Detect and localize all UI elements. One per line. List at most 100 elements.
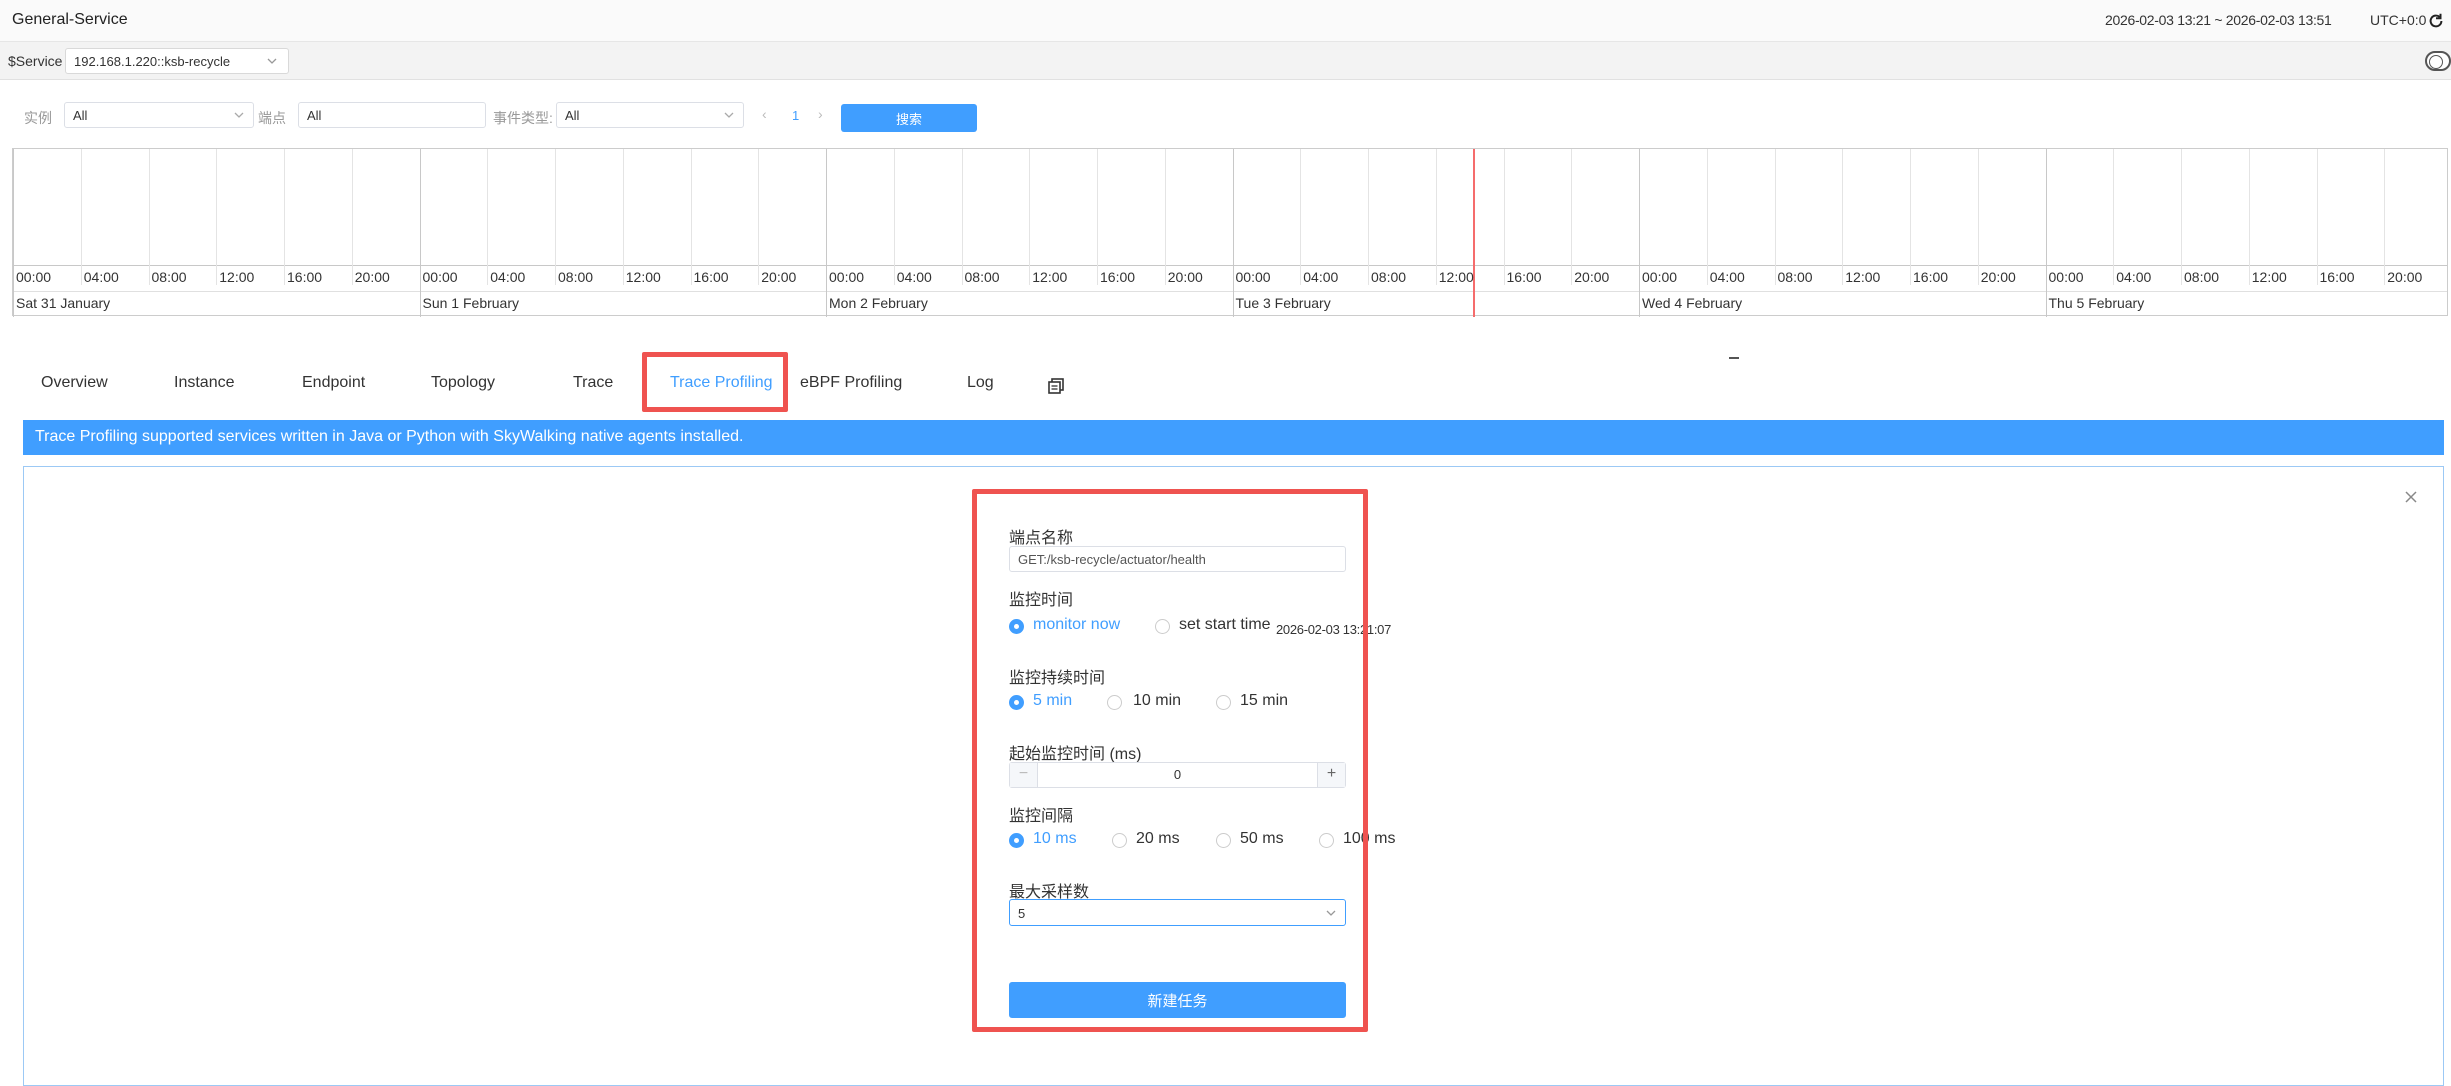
time-range-picker[interactable]: 2026-02-03 13:21 ~ 2026-02-03 13:51 <box>2105 12 2332 28</box>
timeline-hour-label: 12:00 <box>1845 269 1881 285</box>
timeline-hour-label: 20:00 <box>1167 269 1203 285</box>
timeline-day-divider <box>1232 149 1234 317</box>
timeline-hour-gridline <box>622 149 624 285</box>
timeline-hour-gridline <box>1029 149 1031 285</box>
timeline-hour-label: 08:00 <box>964 269 1000 285</box>
timeline-hour-label: 04:00 <box>83 269 119 285</box>
timeline-day-divider <box>1639 149 1640 317</box>
timeline-day-axis <box>13 291 2447 292</box>
trace-filter-row: 实例 All 端点 All 事件类型: All ‹ 1 › 搜索 <box>12 96 2442 140</box>
instance-select-value: All <box>73 108 88 123</box>
timeline-hour-gridline <box>1164 149 1166 285</box>
variables-bar: $Service 192.168.1.220::ksb-recycle <box>0 42 2451 80</box>
timeline-day-divider <box>826 149 827 317</box>
pager-prev-button[interactable]: ‹ <box>762 106 767 122</box>
close-icon[interactable] <box>2403 489 2419 505</box>
timeline-day-label: Sat 31 January <box>16 295 111 311</box>
timeline-hour-label: 12:00 <box>1438 269 1474 285</box>
tab-trace[interactable]: Trace <box>573 374 613 392</box>
timeline-hour-label: 20:00 <box>2387 269 2423 285</box>
timeline-hour-gridline <box>1571 149 1573 285</box>
timeline-hour-gridline <box>216 149 218 285</box>
timeline-hour-label: 08:00 <box>1371 269 1407 285</box>
service-variable-label: $Service <box>8 53 63 69</box>
event-type-label: 事件类型: <box>493 110 553 126</box>
app-header: General-Service 2026-02-03 13:21 ~ 2026-… <box>0 0 2451 42</box>
pager-current-page[interactable]: 1 <box>792 108 799 123</box>
form-highlight-box <box>972 489 1368 1032</box>
tab-ebpf-profiling[interactable]: eBPF Profiling <box>800 374 902 392</box>
timeline-hour-gridline <box>2248 149 2250 285</box>
timeline-hour-label: 00:00 <box>829 269 865 285</box>
tab-endpoint[interactable]: Endpoint <box>302 374 365 392</box>
timeline-hour-gridline <box>1706 149 1708 285</box>
theme-toggle[interactable] <box>2425 51 2451 71</box>
tab-overview[interactable]: Overview <box>41 374 108 392</box>
tab-highlight-box <box>642 352 788 412</box>
endpoint-input[interactable]: All <box>298 102 486 128</box>
timeline-day-label: Mon 2 February <box>829 295 928 311</box>
timeline-hour-label: 20:00 <box>1574 269 1610 285</box>
service-select[interactable]: 192.168.1.220::ksb-recycle <box>65 48 289 74</box>
timeline-hour-gridline <box>1503 149 1505 285</box>
search-button[interactable]: 搜索 <box>841 104 977 132</box>
timeline-hour-label: 16:00 <box>1913 269 1949 285</box>
timeline-day-label: Sun 1 February <box>422 295 520 311</box>
tab-instance[interactable]: Instance <box>174 374 234 392</box>
chevron-down-icon <box>234 112 244 118</box>
event-type-select-value: All <box>565 108 580 123</box>
resize-handle-icon[interactable] <box>1727 355 1741 361</box>
timeline-hour-gridline <box>893 149 895 285</box>
timeline-hour-gridline <box>690 149 692 285</box>
timezone-label[interactable]: UTC+0:0 <box>2370 12 2426 28</box>
endpoint-label: 端点 <box>258 110 286 126</box>
timeline-hour-label: 08:00 <box>1777 269 1813 285</box>
timeline-hour-label: 16:00 <box>287 269 323 285</box>
page-title: General-Service <box>12 11 128 28</box>
timeline-hour-label: 04:00 <box>1303 269 1339 285</box>
endpoint-input-value: All <box>307 108 322 123</box>
refresh-icon[interactable] <box>2427 12 2445 30</box>
timeline-day-divider <box>2045 149 2047 317</box>
tab-log[interactable]: Log <box>967 374 994 392</box>
timeline[interactable]: Sat 31 January 00:00 04:00 08:00 12:00 16:00 2… <box>12 148 2448 317</box>
timeline-axis <box>13 265 2447 266</box>
copy-icon[interactable] <box>1047 377 1065 395</box>
timeline-hour-gridline <box>1910 149 1911 285</box>
timeline-hour-gridline <box>758 149 760 285</box>
timeline-hour-gridline <box>961 149 963 285</box>
timeline-hour-gridline <box>80 149 82 285</box>
timeline-now-marker <box>1473 149 1475 317</box>
timeline-hour-label: 20:00 <box>354 269 390 285</box>
timeline-hour-label: 20:00 <box>761 269 797 285</box>
timeline-hour-label: 08:00 <box>2184 269 2220 285</box>
timeline-hour-gridline <box>1368 149 1369 285</box>
tab-bar: Overview Instance Endpoint Topology Trac… <box>0 362 2451 408</box>
timeline-hour-label: 00:00 <box>1235 269 1271 285</box>
timeline-hour-label: 16:00 <box>693 269 729 285</box>
timeline-day-label: Thu 5 February <box>2048 295 2145 311</box>
instance-label: 实例 <box>24 110 52 126</box>
timeline-hour-gridline <box>1300 149 1302 285</box>
timeline-hour-gridline <box>1774 149 1776 285</box>
timeline-hour-label: 16:00 <box>1506 269 1542 285</box>
timeline-hour-label: 04:00 <box>1709 269 1745 285</box>
timeline-hour-gridline <box>2316 149 2318 285</box>
timeline-hour-label: 00:00 <box>2048 269 2084 285</box>
timeline-hour-gridline <box>1842 149 1844 285</box>
timeline-day-divider <box>419 149 421 317</box>
timeline-hour-label: 12:00 <box>2251 269 2287 285</box>
instance-select[interactable]: All <box>64 102 254 128</box>
timeline-hour-gridline <box>284 149 285 285</box>
timeline-day-label: Tue 3 February <box>1235 295 1331 311</box>
timeline-hour-label: 08:00 <box>151 269 187 285</box>
timeline-hour-gridline <box>1977 149 1979 285</box>
pager-next-button[interactable]: › <box>818 106 823 122</box>
timeline-hour-label: 16:00 <box>2319 269 2355 285</box>
timeline-hour-gridline <box>2113 149 2115 285</box>
tab-topology[interactable]: Topology <box>431 374 495 392</box>
timeline-hour-label: 00:00 <box>16 269 52 285</box>
timeline-hour-label: 12:00 <box>219 269 255 285</box>
timeline-hour-label: 12:00 <box>1032 269 1068 285</box>
event-type-select[interactable]: All <box>556 102 744 128</box>
